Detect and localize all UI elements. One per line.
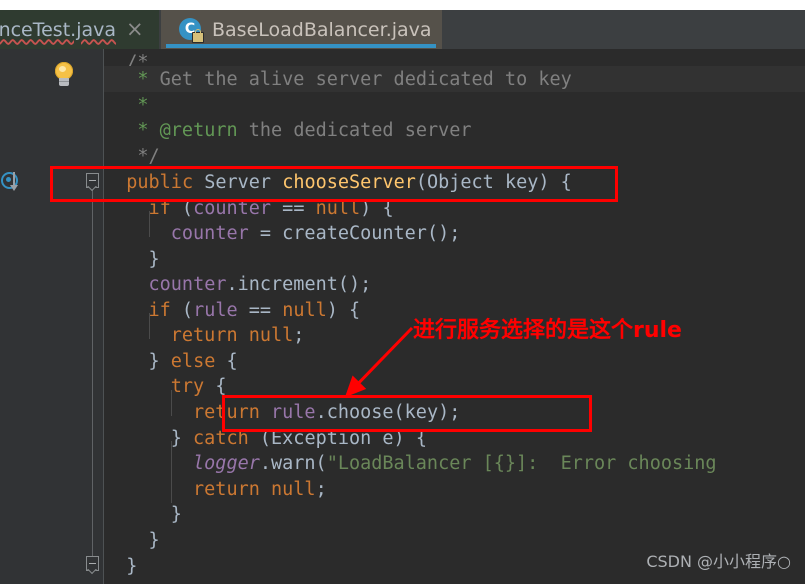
code-line[interactable]: logger.warn("LoadBalancer [{}]: Error ch… bbox=[193, 451, 716, 476]
code-token: ( bbox=[170, 300, 194, 321]
implemented-method-icon[interactable] bbox=[1, 170, 21, 192]
code-line[interactable]: } else { bbox=[149, 349, 238, 374]
editor-tab-label: alanceTest.java bbox=[0, 18, 117, 41]
code-token: if bbox=[148, 300, 171, 321]
editor-tab-label: BaseLoadBalancer.java bbox=[212, 18, 432, 41]
code-token: */ bbox=[137, 146, 160, 167]
code-token: return bbox=[193, 479, 260, 500]
code-token: ; bbox=[315, 479, 327, 500]
code-line[interactable]: if (rule == null) { bbox=[149, 298, 361, 323]
code-line[interactable]: * bbox=[137, 93, 148, 118]
editor-tab-bar: alanceTest.java × C BaseLoadBalancer.jav… bbox=[0, 0, 805, 49]
highlight-box-rule-choose bbox=[222, 395, 592, 432]
code-token: } bbox=[170, 504, 182, 525]
code-line[interactable]: } bbox=[126, 554, 137, 579]
indent-guide bbox=[148, 211, 150, 237]
lock-icon bbox=[192, 28, 204, 43]
java-class-icon: C bbox=[179, 17, 204, 43]
code-token: logger bbox=[193, 453, 260, 474]
code-line[interactable]: } bbox=[149, 528, 160, 553]
code-line[interactable]: * Get the alive server dedicated to key bbox=[137, 67, 571, 92]
code-token: } bbox=[126, 556, 138, 577]
code-line[interactable]: counter.increment(); bbox=[149, 272, 372, 297]
code-line[interactable]: * @return the dedicated server bbox=[137, 118, 471, 143]
code-token: } bbox=[148, 351, 171, 372]
code-line[interactable]: try { bbox=[171, 374, 227, 399]
watermark: CSDN @小小程序○ bbox=[646, 552, 791, 571]
code-token: ; bbox=[293, 325, 305, 346]
indent-guide bbox=[170, 441, 172, 503]
code-token: .increment(); bbox=[226, 274, 372, 295]
code-token: = bbox=[248, 223, 283, 244]
highlight-box-method-signature bbox=[50, 166, 618, 202]
code-token: } bbox=[170, 428, 194, 449]
tab-bar-top-strip bbox=[0, 0, 805, 10]
code-token: * bbox=[137, 120, 149, 141]
code-token: .warn( bbox=[259, 453, 327, 474]
indent-guide bbox=[148, 313, 150, 339]
editor-window: alanceTest.java × C BaseLoadBalancer.jav… bbox=[0, 0, 805, 584]
code-token: ) { bbox=[326, 300, 361, 321]
code-token: { bbox=[204, 376, 227, 397]
code-token: == bbox=[237, 300, 283, 321]
code-token: else bbox=[170, 351, 216, 372]
code-line[interactable]: return null; bbox=[193, 477, 327, 502]
editor-tab-inactive[interactable]: alanceTest.java × bbox=[0, 10, 159, 49]
code-token: counter bbox=[148, 274, 227, 295]
code-token: (); bbox=[426, 223, 461, 244]
code-token: "LoadBalancer [{}]: Error choosing bbox=[326, 453, 717, 474]
code-token: * bbox=[137, 95, 149, 116]
fold-marker-class[interactable] bbox=[86, 556, 99, 571]
code-token: counter bbox=[170, 223, 249, 244]
code-token: rule bbox=[193, 300, 238, 321]
code-token: the dedicated server bbox=[237, 120, 472, 141]
editor-gutter[interactable] bbox=[0, 49, 104, 584]
code-token: * bbox=[137, 69, 149, 90]
code-line[interactable]: return null; bbox=[171, 323, 305, 348]
code-line[interactable]: } bbox=[149, 247, 160, 272]
code-token: } bbox=[148, 530, 160, 551]
code-line[interactable]: } bbox=[171, 502, 182, 527]
code-token: null bbox=[271, 479, 316, 500]
code-token: createCounter bbox=[282, 223, 427, 244]
annotation-note-text: 进行服务选择的是这个rule bbox=[413, 318, 682, 343]
code-token: { bbox=[215, 351, 238, 372]
active-tab-underline bbox=[166, 44, 436, 48]
code-line[interactable]: counter = createCounter(); bbox=[171, 221, 461, 246]
code-token: @return bbox=[159, 120, 238, 141]
fold-region-line bbox=[92, 184, 93, 560]
code-token: null bbox=[248, 325, 294, 346]
tab-bar-empty-area bbox=[442, 10, 805, 49]
code-token: try bbox=[170, 376, 205, 397]
code-token: null bbox=[282, 300, 327, 321]
indent-guide bbox=[170, 390, 172, 416]
code-token: Get the alive server dedicated to key bbox=[148, 69, 572, 90]
code-token: return bbox=[170, 325, 238, 346]
lightbulb-intention-icon[interactable] bbox=[52, 62, 76, 88]
close-icon[interactable]: × bbox=[126, 19, 144, 40]
code-token: } bbox=[148, 249, 160, 270]
